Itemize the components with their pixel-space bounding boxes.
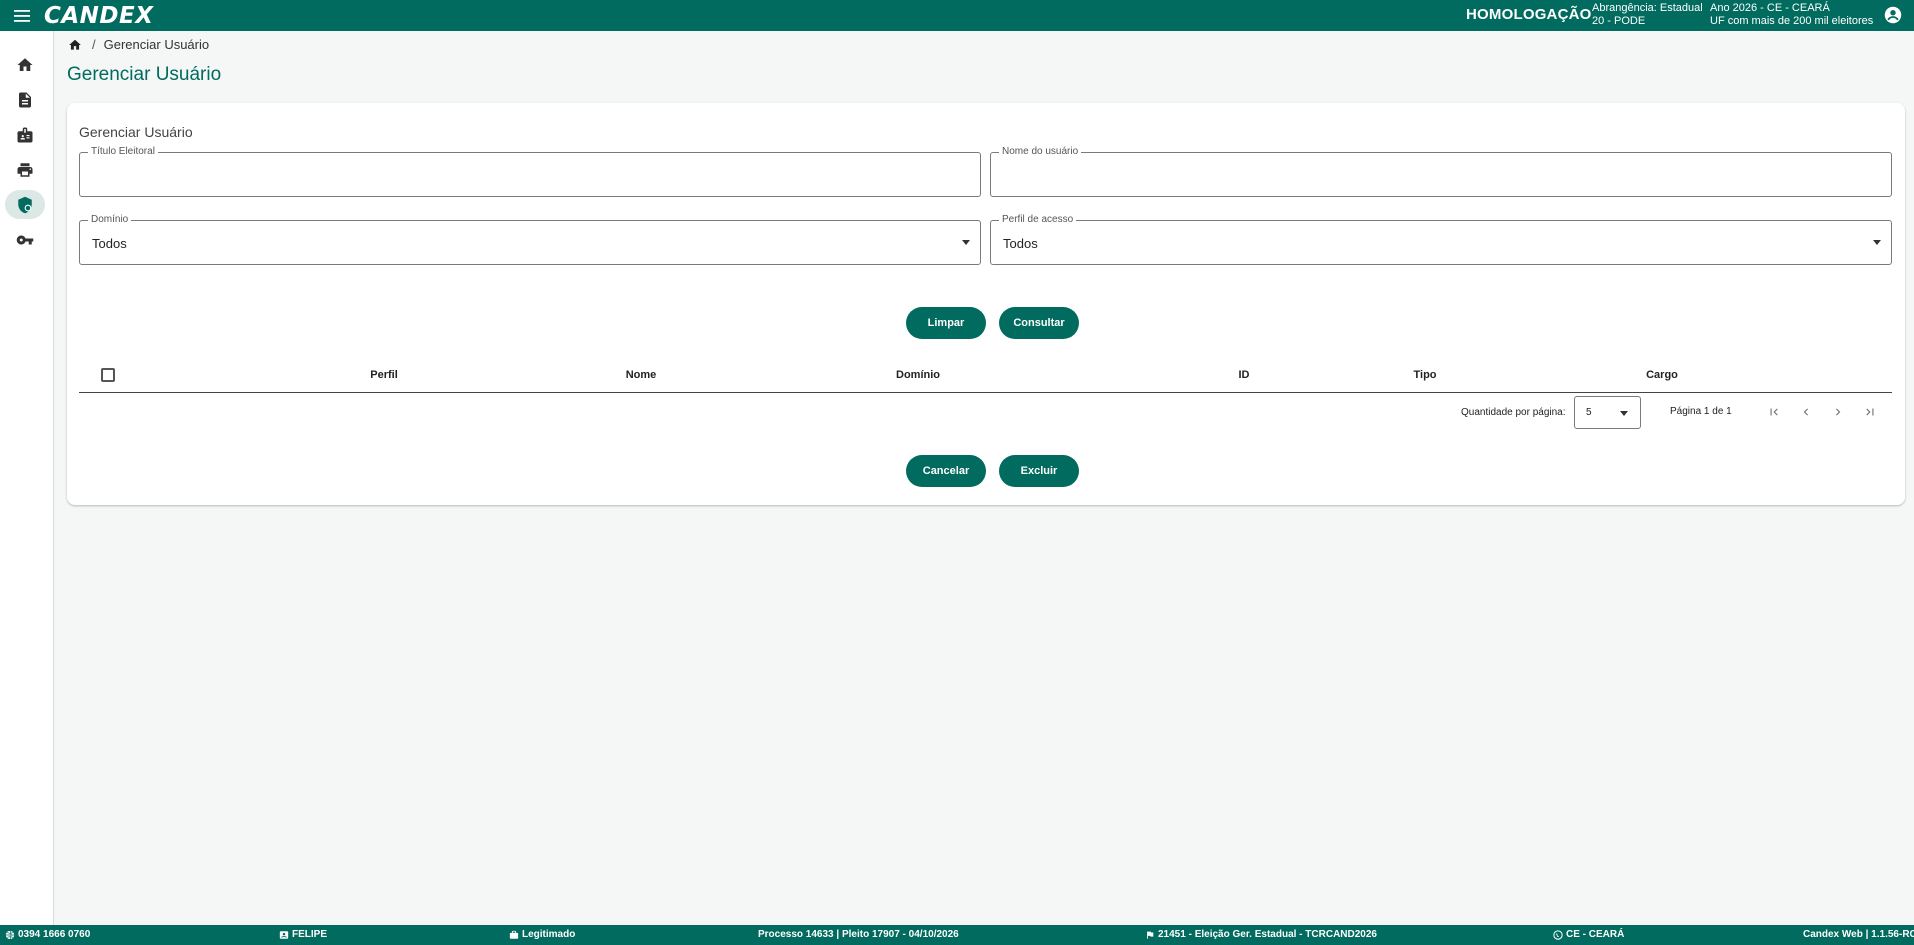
perfil-acesso-value: Todos: [1003, 236, 1038, 251]
excluir-button[interactable]: Excluir: [999, 455, 1079, 487]
chevron-down-icon: [1620, 411, 1628, 416]
dominio-value: Todos: [92, 236, 127, 251]
consultar-button[interactable]: Consultar: [999, 307, 1079, 339]
footer-version-text: Candex Web | 1.1.56-RC: [1803, 929, 1914, 940]
nome-usuario-label: Nome do usuário: [999, 146, 1082, 158]
year-info: Ano 2026 - CE - CEARÁ UF com mais de 200…: [1710, 2, 1873, 28]
footer-election: 21451 - Eleição Ger. Estadual - TCRCAND2…: [1145, 929, 1377, 940]
sidebar-item-badge[interactable]: [5, 120, 45, 149]
dominio-label: Domínio: [88, 214, 132, 226]
footer-process: Processo 14633 | Pleito 17907 - 04/10/20…: [758, 929, 959, 940]
footer-user: FELIPE: [279, 929, 327, 940]
column-nome[interactable]: Nome: [626, 369, 657, 381]
shield-icon: [18, 196, 32, 213]
key-icon: [16, 235, 34, 244]
nome-usuario-field[interactable]: Nome do usuário: [990, 146, 1892, 197]
select-all-checkbox[interactable]: [101, 368, 115, 382]
footer-process-text: Processo 14633 | Pleito 17907 - 04/10/20…: [758, 929, 959, 940]
chevron-down-icon: [1873, 240, 1881, 245]
breadcrumb-separator: /: [92, 37, 96, 52]
environment-label: HOMOLOGAÇÃO: [1466, 6, 1592, 23]
column-cargo[interactable]: Cargo: [1646, 369, 1678, 381]
chevron-right-icon: [1836, 408, 1841, 416]
card-title: Gerenciar Usuário: [79, 124, 193, 140]
footer-state: CE - CEARÁ: [1553, 929, 1624, 940]
footer-election-text: 21451 - Eleição Ger. Estadual - TCRCAND2…: [1158, 929, 1377, 940]
footer-phone-text: 0394 1666 0760: [18, 929, 91, 940]
sidebar-item-keys[interactable]: [5, 225, 45, 254]
next-page-button[interactable]: [1827, 401, 1849, 423]
contact-card-icon: [279, 930, 289, 939]
globe-icon: [5, 930, 15, 939]
footer-state-text: CE - CEARÁ: [1566, 929, 1625, 940]
flag-icon: [1147, 931, 1154, 939]
column-id[interactable]: ID: [1239, 369, 1250, 381]
home-icon: [17, 57, 33, 71]
column-perfil[interactable]: Perfil: [370, 369, 398, 381]
titulo-eleitoral-label: Título Eleitoral: [88, 146, 158, 158]
sidebar-item-security[interactable]: [5, 190, 45, 219]
chevron-left-icon: [1803, 408, 1808, 416]
scope-info: Abrangência: Estadual 20 - PODE: [1592, 2, 1703, 28]
titulo-eleitoral-field[interactable]: Título Eleitoral: [79, 146, 981, 197]
sidebar-item-documents[interactable]: [5, 85, 45, 114]
print-icon: [17, 162, 33, 177]
globe-icon: [1553, 929, 1563, 940]
badge-icon: [17, 127, 33, 142]
dominio-select[interactable]: Domínio Todos: [79, 214, 981, 265]
sidebar-item-home[interactable]: [5, 50, 45, 79]
perfil-acesso-label: Perfil de acesso: [999, 214, 1077, 226]
sidebar-item-print[interactable]: [5, 155, 45, 184]
footer-version: Candex Web | 1.1.56-RC: [1803, 929, 1914, 940]
home-icon[interactable]: [68, 38, 82, 52]
page-info: Página 1 de 1: [1670, 406, 1732, 417]
breadcrumb-current: Gerenciar Usuário: [103, 37, 210, 52]
sidebar: [0, 31, 54, 925]
status-footer: 0394 1666 0760 FELIPE Legitimado Process…: [0, 925, 1914, 945]
per-page-label: Quantidade por página:: [1461, 407, 1566, 418]
footer-role-text: Legitimado: [522, 929, 576, 940]
cancelar-button[interactable]: Cancelar: [906, 455, 986, 487]
scope-line-1: Abrangência: Estadual: [1592, 2, 1703, 14]
column-dominio[interactable]: Domínio: [896, 369, 940, 381]
logo-text: CANDEX: [44, 2, 154, 29]
footer-user-text: FELIPE: [292, 929, 328, 940]
table-header: Perfil Nome Domínio ID Tipo Cargo: [79, 357, 1892, 393]
footer-phone: 0394 1666 0760: [5, 929, 90, 940]
first-page-icon: [1770, 408, 1778, 416]
per-page-select[interactable]: 5: [1574, 396, 1641, 429]
first-page-button[interactable]: [1763, 401, 1785, 423]
last-page-button[interactable]: [1859, 401, 1881, 423]
menu-icon[interactable]: [0, 0, 44, 31]
app-logo: CANDEX: [44, 3, 153, 29]
briefcase-icon: [509, 930, 519, 939]
breadcrumb: / Gerenciar Usuário: [68, 37, 209, 52]
top-app-bar: CANDEX HOMOLOGAÇÃO Abrangência: Estadual…: [0, 0, 1914, 31]
account-circle-icon[interactable]: [1884, 6, 1902, 24]
footer-role: Legitimado: [509, 929, 575, 940]
year-line-2: UF com mais de 200 mil eleitores: [1710, 15, 1874, 27]
perfil-acesso-select[interactable]: Perfil de acesso Todos: [990, 214, 1892, 265]
previous-page-button[interactable]: [1795, 401, 1817, 423]
per-page-value: 5: [1586, 407, 1592, 418]
limpar-button[interactable]: Limpar: [906, 307, 986, 339]
scope-line-2: 20 - PODE: [1592, 15, 1646, 27]
document-icon: [19, 92, 31, 107]
column-tipo[interactable]: Tipo: [1413, 369, 1436, 381]
year-line-1: Ano 2026 - CE - CEARÁ: [1710, 2, 1830, 14]
chevron-down-icon: [962, 240, 970, 245]
last-page-icon: [1866, 408, 1874, 416]
search-card: Gerenciar Usuário Título Eleitoral Nome …: [67, 103, 1905, 505]
page-title: Gerenciar Usuário: [67, 64, 222, 85]
